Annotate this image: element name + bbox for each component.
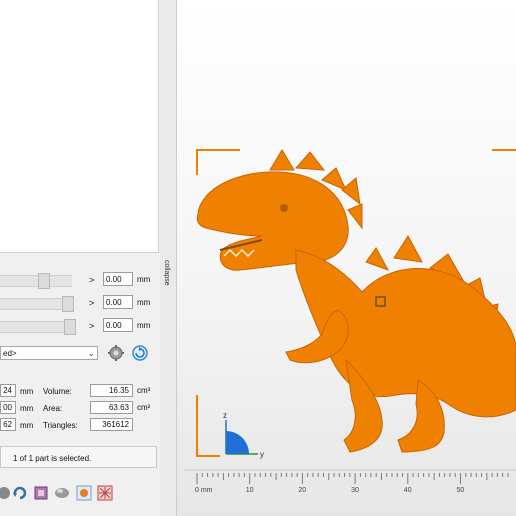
refresh-icon[interactable] — [131, 344, 149, 362]
ruler-label: 30 — [351, 487, 359, 494]
ellipsoid-icon[interactable] — [54, 485, 70, 501]
position-x-input[interactable]: 0.00 — [103, 272, 133, 286]
slider-thumb[interactable] — [64, 319, 76, 335]
chevron-down-icon: ⌄ — [87, 348, 95, 358]
volume-label: Volume: — [43, 387, 72, 396]
unit-label: mm — [137, 321, 151, 330]
left-panel: > 0.00 mm > 0.00 mm > 0.00 mm ed> ⌄ 24 m… — [0, 0, 161, 516]
slider-track[interactable] — [0, 275, 72, 287]
increment-arrow[interactable]: > — [89, 275, 94, 285]
position-z-input[interactable]: 0.00 — [103, 318, 133, 332]
collapse-label: collapse — [163, 260, 170, 286]
ruler-label: 10 — [245, 487, 254, 494]
dimension-z-value: 62 — [0, 418, 16, 431]
axis-gizmo — [225, 420, 258, 455]
ruler-label: 50 — [456, 487, 465, 494]
ruler-ticks — [196, 473, 509, 484]
slider-thumb[interactable] — [62, 296, 74, 312]
unit-label: mm — [20, 404, 34, 413]
sphere-icon[interactable] — [0, 485, 12, 501]
selection-status: 1 of 1 part is selected. — [0, 446, 157, 468]
increment-arrow[interactable]: > — [89, 298, 94, 308]
increment-arrow[interactable]: > — [89, 321, 94, 331]
ruler-label: 20 — [298, 487, 307, 494]
triangles-label: Triangles: — [43, 421, 78, 430]
slider-thumb[interactable] — [38, 273, 50, 289]
collapse-panel-strip[interactable]: collapse — [160, 0, 177, 516]
dimension-x-value: 24 — [0, 384, 16, 397]
axis-quadrant — [226, 431, 249, 454]
z-axis-label: z — [223, 411, 227, 420]
dropdown-value: ed> — [3, 349, 17, 358]
position-row-x: > 0.00 mm — [0, 270, 158, 290]
volume-value: 16.35 — [90, 384, 133, 397]
unit-label: cm³ — [137, 386, 151, 395]
position-row-y: > 0.00 mm — [0, 293, 158, 313]
position-y-input[interactable]: 0.00 — [103, 295, 133, 309]
select-tool-icon[interactable] — [76, 485, 92, 501]
settings-gear-icon[interactable] — [107, 344, 125, 362]
rotate-icon[interactable] — [12, 485, 28, 501]
area-value: 63.63 — [90, 401, 133, 414]
unit-label: mm — [20, 421, 34, 430]
dinosaur-model[interactable] — [196, 149, 516, 453]
status-text: 1 of 1 part is selected. — [13, 454, 92, 463]
parts-list-area — [0, 0, 159, 253]
triangles-value: 361612 — [90, 418, 133, 431]
unit-label: mm — [137, 275, 151, 284]
material-dropdown[interactable]: ed> ⌄ — [0, 346, 98, 360]
slider-track[interactable] — [0, 321, 72, 333]
unit-label: mm — [20, 387, 34, 396]
position-row-z: > 0.00 mm — [0, 316, 158, 336]
viewport-overlay: z y — [184, 149, 516, 484]
y-axis-label: y — [260, 450, 264, 459]
area-label: Area: — [43, 404, 63, 413]
cube-icon[interactable] — [33, 485, 49, 501]
ruler-label: 40 — [403, 487, 412, 494]
unit-label: mm — [137, 298, 151, 307]
dimension-y-value: 00 — [0, 401, 16, 414]
unit-label: cm² — [137, 403, 151, 412]
mesh-repair-icon[interactable] — [97, 485, 113, 501]
ruler-label: 0 mm — [195, 487, 213, 494]
